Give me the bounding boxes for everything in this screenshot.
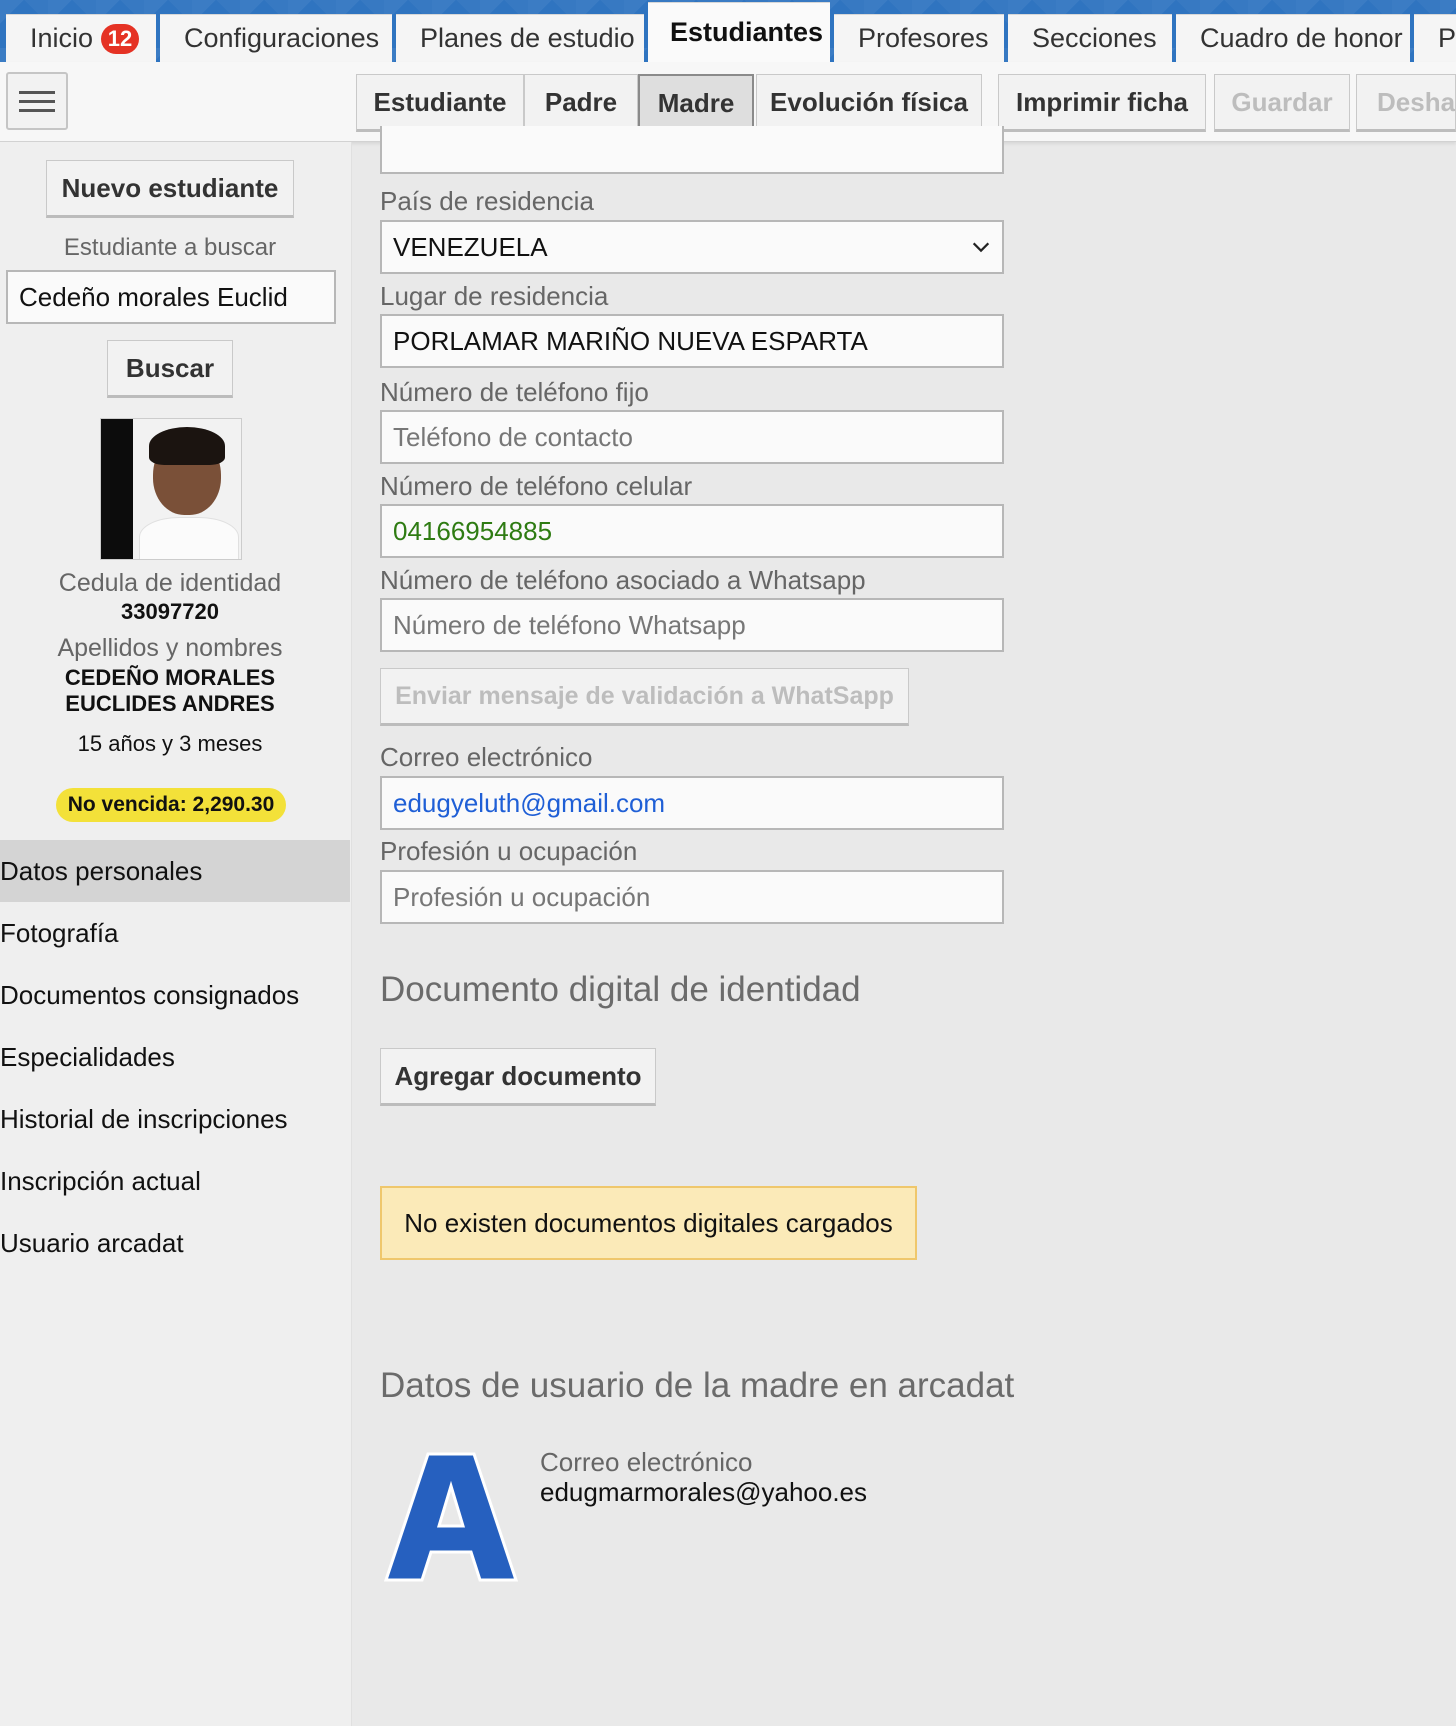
- country-label: País de residencia: [380, 186, 594, 216]
- whatsapp-validation-button[interactable]: Enviar mensaje de validación a WhatSapp: [380, 668, 909, 726]
- hamburger-menu-icon[interactable]: [6, 72, 68, 130]
- guardar-button[interactable]: Guardar: [1214, 74, 1350, 132]
- id-value: 33097720: [121, 599, 219, 624]
- arcadat-user-title: Datos de usuario de la madre en arcadat: [380, 1366, 1015, 1405]
- digital-document-title: Documento digital de identidad: [380, 970, 861, 1009]
- student-given-names: EUCLIDES ANDRES: [65, 691, 275, 716]
- student-surname: CEDEÑO MORALES: [64, 665, 276, 690]
- student-age: 15 años y 3 meses: [77, 731, 263, 756]
- imprimir-ficha-button[interactable]: Imprimir ficha: [998, 74, 1206, 132]
- tab-label: Profesores: [858, 23, 989, 53]
- tab-configuraciones[interactable]: Configuraciones: [160, 14, 392, 62]
- madre-button[interactable]: Madre: [638, 74, 754, 132]
- country-selected-value: VENEZUELA: [393, 231, 548, 262]
- id-label: Cedula de identidad: [58, 569, 282, 597]
- tab-inicio[interactable]: Inicio 12: [6, 14, 156, 62]
- chevron-down-icon: [972, 242, 990, 253]
- profession-input[interactable]: Profesión u ocupación: [380, 870, 1004, 924]
- country-select[interactable]: VENEZUELA: [380, 220, 1004, 274]
- menu-documentos-consignados[interactable]: Documentos consignados: [0, 964, 350, 1026]
- top-tab-bar: Inicio 12 Configuraciones Planes de estu…: [0, 0, 1456, 62]
- email-label: Correo electrónico: [380, 742, 593, 772]
- evolucion-fisica-button[interactable]: Evolución física: [756, 74, 982, 132]
- mobile-input[interactable]: 04166954885: [380, 504, 1004, 558]
- menu-fotografia[interactable]: Fotografía: [0, 902, 350, 964]
- menu-inscripcion-actual[interactable]: Inscripción actual: [0, 1150, 350, 1212]
- profession-label: Profesión u ocupación: [380, 836, 638, 866]
- tab-label: Cuadro de honor: [1200, 23, 1403, 53]
- student-photo: [100, 418, 242, 560]
- tab-label: Configuraciones: [184, 23, 380, 53]
- arcadat-email-label: Correo electrónico: [540, 1447, 753, 1477]
- tab-overflow[interactable]: P: [1414, 14, 1456, 62]
- whatsapp-input[interactable]: Número de teléfono Whatsapp: [380, 598, 1004, 652]
- whatsapp-label: Número de teléfono asociado a Whatsapp: [380, 565, 866, 595]
- landline-input[interactable]: Teléfono de contacto: [380, 410, 1004, 464]
- tab-label: Inicio: [30, 23, 94, 53]
- tab-cuadro-de-honor[interactable]: Cuadro de honor: [1176, 14, 1410, 62]
- tab-label: Planes de estudio: [420, 23, 635, 53]
- tab-profesores[interactable]: Profesores: [834, 14, 1004, 62]
- new-student-button[interactable]: Nuevo estudiante: [46, 160, 294, 218]
- sidebar: Nuevo estudiante Estudiante a buscar Ced…: [0, 142, 352, 1726]
- no-documents-notice: No existen documentos digitales cargados: [380, 1186, 917, 1260]
- add-document-button[interactable]: Agregar documento: [380, 1048, 656, 1106]
- padre-button[interactable]: Padre: [524, 74, 638, 132]
- menu-datos-personales[interactable]: Datos personales: [0, 840, 350, 902]
- tab-label: Secciones: [1032, 23, 1157, 53]
- tab-secciones[interactable]: Secciones: [1008, 14, 1172, 62]
- names-label: Apellidos y nombres: [57, 634, 283, 662]
- deshacer-button[interactable]: Deshac: [1356, 74, 1456, 132]
- email-input[interactable]: edugyeluth@gmail.com: [380, 776, 1004, 830]
- mobile-label: Número de teléfono celular: [380, 471, 693, 501]
- tab-estudiantes[interactable]: Estudiantes: [648, 2, 830, 62]
- search-label: Estudiante a buscar: [63, 234, 277, 261]
- menu-historial-inscripciones[interactable]: Historial de inscripciones: [0, 1088, 350, 1150]
- student-search-input[interactable]: Cedeño morales Euclid: [6, 270, 336, 324]
- residence-input[interactable]: PORLAMAR MARIÑO NUEVA ESPARTA: [380, 314, 1004, 368]
- menu-especialidades[interactable]: Especialidades: [0, 1026, 350, 1088]
- residence-label: Lugar de residencia: [380, 281, 609, 311]
- tab-label: Estudiantes: [670, 17, 824, 47]
- landline-label: Número de teléfono fijo: [380, 377, 649, 407]
- search-button[interactable]: Buscar: [107, 340, 233, 398]
- tab-label: P: [1438, 23, 1456, 53]
- tab-planes-de-estudio[interactable]: Planes de estudio: [396, 14, 644, 62]
- notification-badge: 12: [101, 23, 140, 54]
- estudiante-button[interactable]: Estudiante: [356, 74, 524, 132]
- previous-field-input[interactable]: [380, 126, 1004, 174]
- arcadat-logo: [384, 1452, 518, 1582]
- balance-badge: No vencida: 2,290.30: [56, 788, 286, 822]
- menu-usuario-arcadat[interactable]: Usuario arcadat: [0, 1212, 350, 1274]
- arcadat-email-value: edugmarmorales@yahoo.es: [540, 1477, 868, 1507]
